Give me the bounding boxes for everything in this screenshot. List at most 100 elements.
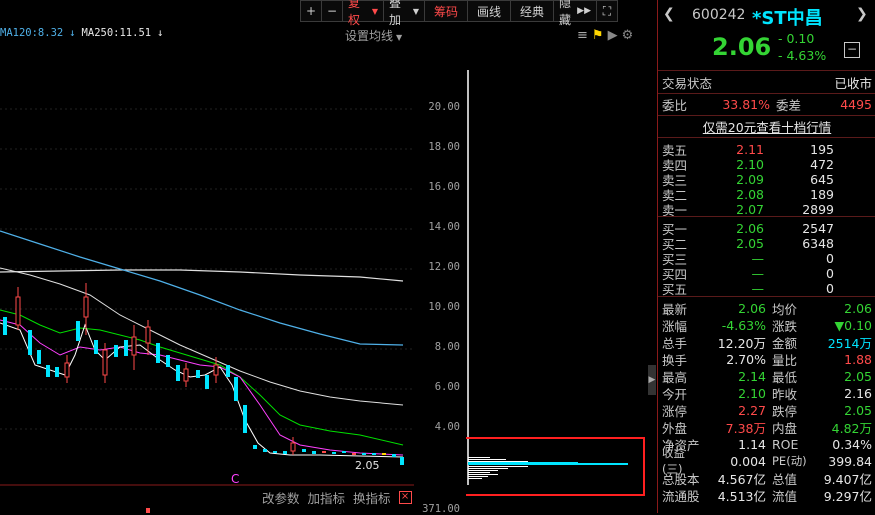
stat-value: 399.84 bbox=[828, 453, 872, 469]
order-volume: 0 bbox=[826, 280, 834, 296]
ma250-line bbox=[0, 269, 404, 282]
stat-value: 2.05 bbox=[844, 368, 872, 384]
ytick: 8.00 bbox=[434, 341, 460, 353]
stat-value: 2.16 bbox=[844, 385, 872, 401]
fuquan-label: 复权 bbox=[348, 0, 361, 27]
nav-prev-icon[interactable]: ❮ bbox=[663, 6, 675, 22]
chevron-down-icon: ▼ bbox=[371, 6, 378, 16]
stat-label: 内盘 bbox=[772, 420, 798, 436]
stat-value: 2.70% bbox=[726, 351, 766, 367]
ytick: 371.00 bbox=[422, 503, 460, 515]
stats-row: 涨停 2.27 跌停 2.05 bbox=[662, 401, 872, 419]
zoom-in-button[interactable]: + bbox=[300, 0, 322, 22]
ma120-line bbox=[0, 230, 404, 346]
stats-row: 最高 2.14 最低 2.05 bbox=[662, 367, 872, 385]
ytick: 10.00 bbox=[428, 301, 460, 313]
stat-value: 9.297亿 bbox=[823, 488, 872, 504]
weibi-label: 委比 bbox=[662, 97, 688, 113]
diejia-label: 叠加 bbox=[389, 0, 402, 27]
minus-icon[interactable]: − bbox=[844, 42, 860, 58]
status-label: 交易状态 bbox=[662, 75, 713, 91]
jingdian-button[interactable]: 经典 bbox=[510, 0, 554, 22]
close-icon[interactable]: × bbox=[398, 491, 412, 504]
stat-value: 2.06 bbox=[738, 300, 766, 316]
stats-row: 流通股 4.513亿 流值 9.297亿 bbox=[662, 486, 872, 504]
stat-value: 2.27 bbox=[738, 402, 766, 418]
stat-label: 流通股 bbox=[662, 488, 700, 504]
last-price-label: 2.05 bbox=[355, 459, 380, 472]
current-price: 2.06 bbox=[712, 33, 772, 61]
yincang-button[interactable]: 隐藏 ▶▶ bbox=[553, 0, 597, 27]
stats-row: 涨幅 -4.63% 涨跌 ▼0.10 bbox=[662, 316, 872, 334]
ma5-line bbox=[0, 322, 404, 458]
stat-value: 12.20万 bbox=[717, 335, 766, 351]
stats-row: 外盘 7.38万 内盘 4.82万 bbox=[662, 418, 872, 436]
stat-value: 4.513亿 bbox=[717, 488, 766, 504]
stat-value: 7.38万 bbox=[725, 420, 766, 436]
price-change-pct: - 4.63% bbox=[778, 48, 827, 63]
change-params-button[interactable]: 改参数 bbox=[262, 488, 300, 507]
stats-row: 今开 2.10 昨收 2.16 bbox=[662, 384, 872, 402]
double-chevron-right-icon: ▶▶ bbox=[577, 6, 591, 16]
quote-panel: ❮ 600242 *ST中昌 ❯ 2.06 - 0.10 - 4.63% − 交… bbox=[657, 0, 875, 513]
order-volume: 2899 bbox=[802, 201, 834, 217]
ytick: 20.00 bbox=[428, 101, 460, 113]
stats-row: 收益(三) 0.004 PE(动) 399.84 bbox=[662, 446, 872, 476]
chouma-button[interactable]: 筹码 bbox=[424, 0, 468, 22]
stat-value: 2514万 bbox=[827, 335, 872, 351]
ma60-line bbox=[0, 267, 404, 406]
stat-value: 2.05 bbox=[844, 402, 872, 418]
order-price: — bbox=[751, 280, 765, 296]
zoom-out-button[interactable]: − bbox=[321, 0, 343, 22]
promo-link[interactable]: 仅需20元查看十档行情 bbox=[662, 117, 872, 135]
weicha-value: 4495 bbox=[840, 96, 872, 112]
ma20-line bbox=[0, 309, 404, 446]
nav-next-icon[interactable]: ❯ bbox=[856, 6, 868, 22]
stats-row: 最新 2.06 均价 2.06 bbox=[662, 299, 872, 317]
ytick: 18.00 bbox=[428, 141, 460, 153]
stock-name: *ST中昌 bbox=[752, 8, 823, 29]
stats-row: 换手 2.70% 量比 1.88 bbox=[662, 350, 872, 368]
stock-code: 600242 bbox=[692, 7, 746, 23]
stat-value: 0.004 bbox=[730, 453, 766, 469]
indicator-buttons: 改参数 加指标 换指标 × bbox=[262, 488, 412, 507]
volume-bar bbox=[146, 508, 150, 513]
add-indicator-button[interactable]: 加指标 bbox=[308, 488, 346, 507]
switch-indicator-button[interactable]: 换指标 bbox=[353, 488, 391, 507]
chip-distribution bbox=[466, 70, 645, 496]
stats-row: 总股本 4.567亿 总值 9.407亿 bbox=[662, 469, 872, 487]
stat-value: 2.14 bbox=[738, 368, 766, 384]
stat-value: 0.34% bbox=[832, 436, 872, 452]
order-price: 2.07 bbox=[736, 201, 764, 217]
stat-value: 1.88 bbox=[844, 351, 872, 367]
kline-chart[interactable]: 2.05 C bbox=[0, 25, 414, 513]
fuquan-dropdown[interactable]: 复权 ▼ bbox=[342, 0, 384, 27]
status-row: 交易状态 已收市 bbox=[662, 73, 872, 91]
collapse-handle[interactable]: ▶ bbox=[648, 365, 656, 395]
stat-label: PE(动) bbox=[772, 454, 807, 468]
price-axis: 20.00 18.00 16.00 14.00 12.00 10.00 8.00… bbox=[414, 25, 466, 515]
marker-c: C bbox=[231, 472, 239, 486]
yincang-label: 隐藏 bbox=[559, 0, 572, 27]
stat-label: 流值 bbox=[772, 488, 798, 504]
stats-row: 总手 12.20万 金额 2514万 bbox=[662, 333, 872, 351]
status-value: 已收市 bbox=[834, 75, 872, 91]
ytick: 4.00 bbox=[434, 421, 460, 433]
weicha-label: 委差 bbox=[776, 97, 802, 113]
stat-value: -4.63% bbox=[721, 317, 766, 333]
ytick: 14.00 bbox=[428, 221, 460, 233]
huaxian-button[interactable]: 画线 bbox=[467, 0, 511, 22]
ytick: 12.00 bbox=[428, 261, 460, 273]
order-row: 买五 — 0 bbox=[662, 279, 872, 297]
diejia-dropdown[interactable]: 叠加 ▼ bbox=[383, 0, 425, 27]
chart-toolbar: + − 复权 ▼ 叠加 ▼ 筹码 画线 经典 隐藏 ▶▶ ⛶ bbox=[300, 0, 618, 27]
weibi-row: 委比 33.81% 委差 4495 bbox=[662, 95, 872, 113]
weibi-value: 33.81% bbox=[722, 96, 770, 112]
stat-value: 1.14 bbox=[738, 436, 766, 452]
chevron-down-icon: ▼ bbox=[412, 6, 419, 16]
stat-value: ▼0.10 bbox=[834, 317, 872, 333]
fullscreen-button[interactable]: ⛶ bbox=[596, 0, 618, 22]
stat-value: 2.10 bbox=[738, 385, 766, 401]
stat-value: 2.06 bbox=[844, 300, 872, 316]
stat-value: 4.82万 bbox=[831, 420, 872, 436]
